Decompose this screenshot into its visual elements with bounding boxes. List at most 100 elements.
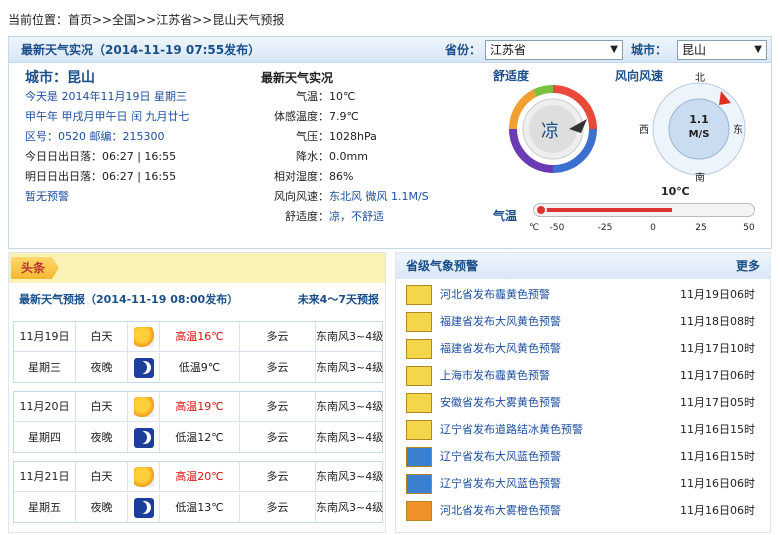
forecast-high: 高温16℃ [160,322,240,352]
current-weather-header: 最新天气实况（2014-11-19 07:55发布） 省份： 江苏省 ▼ 城市： … [9,37,771,63]
warning-item-link[interactable]: 上海市发布霾黄色预警 [440,366,550,386]
warning-signal-icon [406,366,432,386]
live-data-row: 降水：0.0mm [249,147,479,167]
warning-signal-icon [406,474,432,494]
forecast-row: 星期五 夜晚 低温13℃ 多云 东南风3~4级 [14,493,383,523]
warning-status[interactable]: 暂无预警 [25,187,69,207]
warning-signal-icon [406,501,432,521]
forecast-date: 11月19日 [14,322,76,352]
headline-bar: 头条 [9,253,385,283]
headline-forecast-panel: 头条 最新天气预报（2014-11-19 08:00发布） 未来4～7天预报 1… [8,252,386,533]
city-select[interactable]: 昆山 ▼ [677,40,767,60]
temp-gauge-tick: 0 [650,223,656,233]
forecast-wind: 东南风3~4级 [316,431,384,444]
comfort-title: 舒适度 [493,69,530,83]
temp-gauge-value: 10℃ [661,185,690,198]
wind-west: 西 [639,125,649,136]
moon-icon [128,493,160,523]
warning-item-link[interactable]: 辽宁省发布道路结冰黄色预警 [440,420,583,440]
warning-item-date: 11月16日15时 [680,450,755,463]
live-title: 最新天气实况 [261,71,334,85]
warning-item-date: 11月16日06时 [680,504,755,517]
wind-unit: M/S [688,129,710,140]
chevron-down-icon: ▼ [610,44,618,55]
temp-gauge-tick: -50 [549,223,565,233]
warning-item-link[interactable]: 辽宁省发布大风蓝色预警 [440,474,561,494]
warnings-title: 省级气象预警 [406,259,479,273]
live-data-value: 1028hPa [329,130,377,143]
forecast-row: 星期四 夜晚 低温12℃ 多云 东南风3~4级 [14,423,384,453]
forecast-day: 白天 [76,462,128,492]
forecast-date: 11月20日 [14,392,76,422]
wind-south: 南 [695,173,705,184]
warning-item-date: 11月16日15时 [680,423,755,436]
today-date: 今天是 2014年11月19日 星期三 [25,90,187,103]
province-select[interactable]: 江苏省 ▼ [485,40,623,60]
forecast-sky: 多云 [240,392,316,422]
warning-signal-icon [406,420,432,440]
breadcrumb[interactable]: 当前位置：首页>>全国>>江苏省>>昆山天气预报 [8,6,284,34]
current-weather-title: 最新天气实况（2014-11-19 07:55发布） [21,43,261,57]
warning-item-date: 11月16日06时 [680,477,755,490]
warning-item-date: 11月17日05时 [680,396,755,409]
live-data-value: 10℃ [329,90,356,103]
live-data-label: 气压： [296,130,329,143]
city-label: 城市： [631,43,668,57]
forecast-sky: 多云 [240,322,316,352]
warning-item-link[interactable]: 辽宁省发布大风蓝色预警 [440,447,561,467]
sun-cloud-icon [128,392,160,422]
temp-gauge-title: 气温 [493,209,518,223]
forecast-sky: 多云 [240,423,316,453]
live-data-row: 体感温度：7.9℃ [249,107,479,127]
area-code: 区号：0520 邮编：215300 [25,130,165,143]
forecast-low: 低温13℃ [160,493,240,523]
live-data-row: 气温：10℃ [249,87,479,107]
forecast-sky: 多云 [240,462,316,492]
warning-item-link[interactable]: 安徽省发布大雾黄色预警 [440,393,561,413]
warning-item-date: 11月18日08时 [680,315,755,328]
live-data-label: 体感温度： [274,110,329,123]
warning-signal-icon [406,339,432,359]
warning-signal-icon [406,393,432,413]
warnings-more-link[interactable]: 更多 [736,253,760,279]
forecast-sky: 多云 [240,493,316,523]
warning-item-link[interactable]: 河北省发布霾黄色预警 [440,285,550,305]
temp-gauge-fill [541,208,673,212]
today-sunrise-sunset: 今日日出日落：06:27 | 16:55 [25,150,177,163]
temp-gauge-tick: 50 [743,223,755,233]
sun-cloud-icon [128,462,160,492]
forecast-wind: 东南风3~4级 [316,470,384,483]
temp-gauge-tick: -25 [597,223,613,233]
wind-east: 东 [733,125,743,136]
warning-item-link[interactable]: 福建省发布大风黄色预警 [440,339,561,359]
wind-speed: 1.1 [689,113,709,126]
forecast-row: 星期三 夜晚 低温9℃ 多云 东南风3~4级 [14,353,383,383]
live-data-label: 降水： [296,150,329,163]
forecast-night: 夜晚 [76,423,128,453]
province-label: 省份： [445,43,482,57]
forecast-night: 夜晚 [76,353,128,383]
current-weather-panel: 最新天气实况（2014-11-19 07:55发布） 省份： 江苏省 ▼ 城市： … [8,36,772,249]
live-data-row: 风向风速：东北风 微风 1.1M/S [249,187,479,207]
chevron-down-icon: ▼ [754,44,762,55]
warnings-header: 省级气象预警 更多 [396,253,770,279]
live-data-value: 东北风 微风 1.1M/S [329,190,429,203]
comfort-value: 凉 [541,121,559,142]
sun-cloud-icon [128,322,160,352]
live-data-value: 凉，不舒适 [329,210,384,223]
forecast-more-link[interactable]: 未来4～7天预报 [298,289,379,311]
forecast-low: 低温9℃ [160,353,240,383]
live-data-value: 0.0mm [329,150,368,163]
forecast-high: 高温20℃ [160,462,240,492]
live-data-row: 气压：1028hPa [249,127,479,147]
warning-item-link[interactable]: 福建省发布大风黄色预警 [440,312,561,332]
province-select-value: 江苏省 [490,43,527,57]
forecast-day: 白天 [76,392,128,422]
lunar-date: 甲午年 甲戌月甲午日 闰 九月廿七 [25,110,190,123]
forecast-week: 星期四 [14,423,76,453]
warning-item-link[interactable]: 河北省发布大雾橙色预警 [440,501,561,521]
forecast-day-block: 11月21日 白天 高温20℃ 多云 东南风3~4级 星期五 夜晚 低温13℃ 多云 东南风3~4… [13,461,383,523]
live-data-label: 风向风速： [274,190,329,203]
tomorrow-sunrise-sunset: 明日日出日落：06:27 | 16:55 [25,170,177,183]
warning-signal-icon [406,285,432,305]
